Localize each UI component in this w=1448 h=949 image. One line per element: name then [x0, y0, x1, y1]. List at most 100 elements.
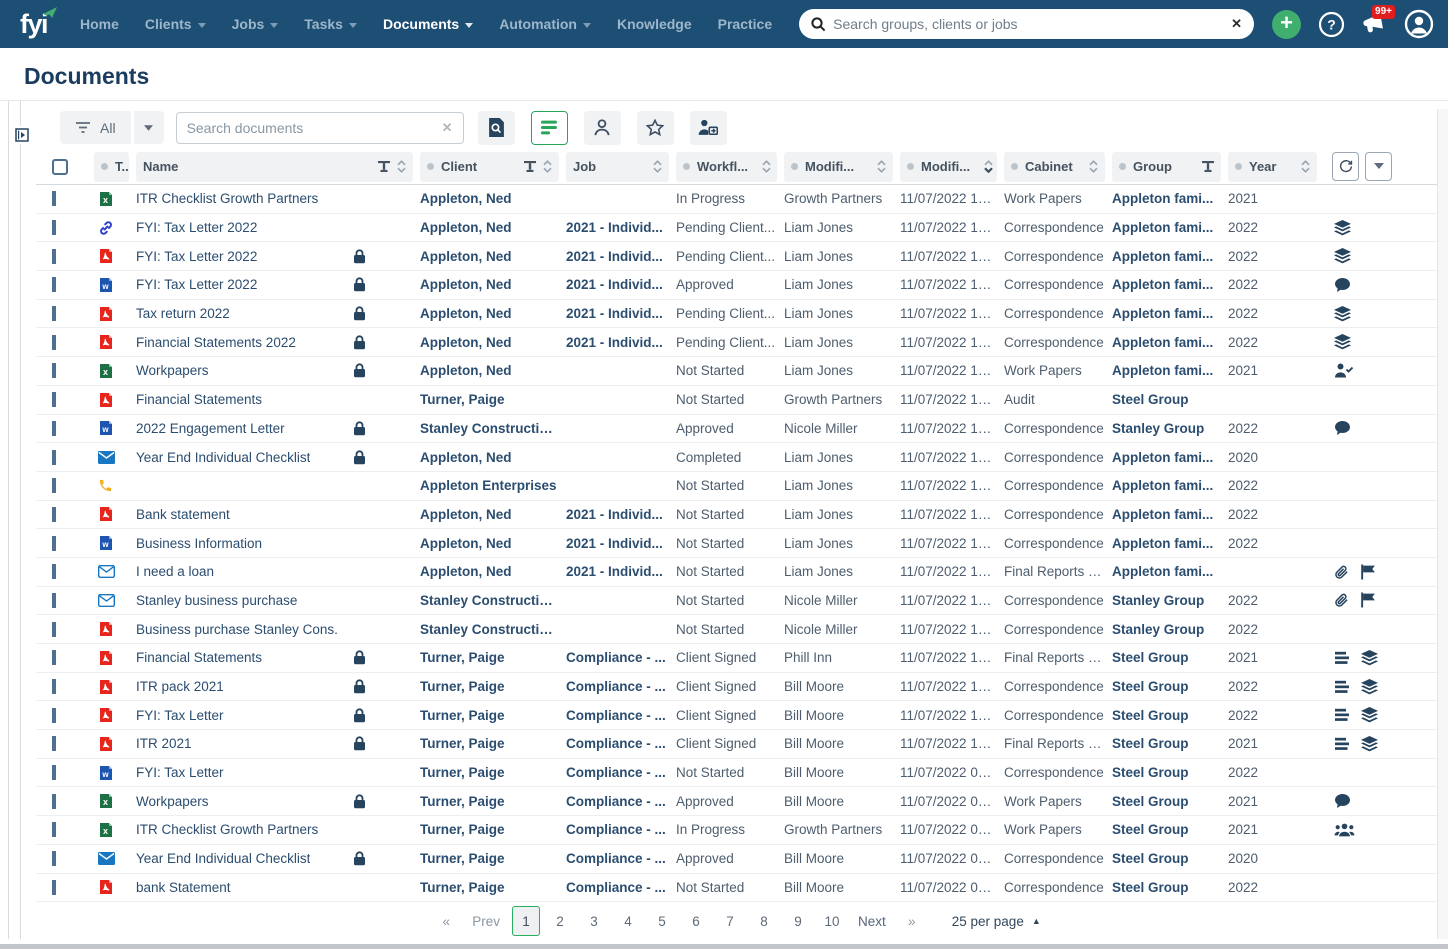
next-page-button[interactable]: Next — [852, 906, 892, 936]
people-icon[interactable] — [1334, 823, 1355, 837]
document-name[interactable]: Workpapers — [136, 794, 209, 809]
document-name[interactable]: Year End Individual Checklist — [136, 450, 310, 465]
document-name[interactable]: 2022 Engagement Letter — [136, 421, 285, 436]
table-row[interactable]: Stanley business purchase Stanley Constr… — [36, 587, 1437, 616]
row-checkbox[interactable] — [52, 306, 56, 322]
row-checkbox[interactable] — [52, 248, 56, 264]
document-name[interactable]: FYI: Tax Letter — [136, 765, 224, 780]
document-name[interactable]: FYI: Tax Letter 2022 — [136, 249, 257, 264]
row-checkbox[interactable] — [52, 793, 56, 809]
preview-document-button[interactable] — [477, 110, 515, 145]
table-row[interactable]: Business purchase Stanley Cons. Stanley … — [36, 615, 1437, 644]
document-name-cell[interactable]: bank Statement — [136, 880, 420, 895]
expand-panel-button[interactable] — [13, 126, 31, 144]
row-checkbox[interactable] — [52, 535, 56, 551]
row-checkbox[interactable] — [52, 851, 56, 867]
column-header-workfl[interactable]: Workfl... — [676, 151, 777, 182]
document-name-cell[interactable]: Stanley business purchase — [136, 593, 420, 608]
layers-icon[interactable] — [1361, 649, 1378, 666]
document-name[interactable]: Business purchase Stanley Cons. — [136, 622, 338, 637]
column-header-name[interactable]: Name — [136, 151, 413, 182]
document-name[interactable]: Business Information — [136, 536, 262, 551]
row-checkbox[interactable] — [52, 822, 56, 838]
table-row[interactable]: x ITR Checklist Growth Partners Appleton… — [36, 185, 1437, 214]
document-name-cell[interactable]: ITR Checklist Growth Partners — [136, 822, 420, 837]
sort-control[interactable] — [397, 160, 406, 173]
horizontal-scrollbar[interactable] — [0, 944, 1448, 949]
document-name-cell[interactable]: Tax return 2022 — [136, 306, 420, 321]
document-name-cell[interactable]: ITR pack 2021 — [136, 679, 420, 694]
table-row[interactable]: x ITR Checklist Growth Partners Turner, … — [36, 816, 1437, 845]
page-button-10[interactable]: 10 — [818, 906, 846, 936]
row-checkbox[interactable] — [52, 765, 56, 781]
table-row[interactable]: x Workpapers Appleton, Ned Not Started L… — [36, 357, 1437, 386]
layers-icon[interactable] — [1334, 334, 1351, 350]
favourites-button[interactable] — [636, 110, 674, 145]
table-row[interactable]: w FYI: Tax Letter Turner, Paige Complian… — [36, 759, 1437, 788]
lines-icon[interactable] — [1334, 737, 1350, 751]
row-checkbox[interactable] — [52, 650, 56, 666]
document-name[interactable]: I need a loan — [136, 564, 214, 579]
page-button-6[interactable]: 6 — [682, 906, 710, 936]
flag-icon[interactable] — [1360, 592, 1376, 608]
layers-icon[interactable] — [1334, 305, 1351, 322]
notifications-icon[interactable]: 99+ — [1362, 5, 1395, 36]
column-header-modifi[interactable]: Modifi... — [900, 151, 997, 182]
document-name-cell[interactable]: FYI: Tax Letter 2022 — [136, 220, 420, 235]
document-name-cell[interactable]: Business Information — [136, 536, 420, 551]
document-name[interactable]: bank Statement — [136, 880, 231, 895]
document-name[interactable]: FYI: Tax Letter — [136, 708, 224, 723]
share-assign-button[interactable] — [689, 110, 727, 145]
sort-control[interactable] — [543, 160, 552, 173]
document-name[interactable]: FYI: Tax Letter 2022 — [136, 220, 257, 235]
comment-icon[interactable] — [1334, 420, 1351, 436]
page-button-4[interactable]: 4 — [614, 906, 642, 936]
document-name-cell[interactable]: Business purchase Stanley Cons. — [136, 622, 420, 637]
document-name[interactable]: ITR Checklist Growth Partners — [136, 822, 318, 837]
document-name-cell[interactable]: I need a loan — [136, 564, 420, 579]
comment-icon[interactable] — [1334, 277, 1351, 293]
nav-item-automation[interactable]: Automation — [486, 0, 604, 48]
first-page-button[interactable]: « — [432, 906, 460, 936]
filter-all-button[interactable]: All — [60, 111, 131, 144]
column-header-t[interactable]: T... — [94, 151, 129, 182]
table-row[interactable]: Year End Individual Checklist Appleton, … — [36, 443, 1437, 472]
lines-icon[interactable] — [1334, 708, 1350, 722]
layers-icon[interactable] — [1334, 219, 1351, 236]
filter-dropdown-button[interactable] — [133, 111, 164, 144]
document-name-cell[interactable]: Financial Statements — [136, 392, 420, 407]
table-row[interactable]: Bank statement Appleton, Ned 2021 - Indi… — [36, 501, 1437, 530]
document-name-cell[interactable]: Bank statement — [136, 507, 420, 522]
document-name-cell[interactable]: FYI: Tax Letter — [136, 708, 420, 723]
document-name[interactable]: Year End Individual Checklist — [136, 851, 310, 866]
document-name-cell[interactable]: FYI: Tax Letter 2022 — [136, 249, 420, 264]
documents-search-input[interactable] — [186, 119, 442, 136]
document-name-cell[interactable]: FYI: Tax Letter — [136, 765, 420, 780]
page-button-8[interactable]: 8 — [750, 906, 778, 936]
lines-icon[interactable] — [1334, 680, 1350, 694]
table-row[interactable]: Financial Statements Turner, Paige Compl… — [36, 644, 1437, 673]
document-name[interactable]: ITR Checklist Growth Partners — [136, 191, 318, 206]
table-row[interactable]: Year End Individual Checklist Turner, Pa… — [36, 845, 1437, 874]
table-row[interactable]: FYI: Tax Letter 2022 Appleton, Ned 2021 … — [36, 242, 1437, 272]
row-checkbox[interactable] — [52, 334, 56, 350]
row-checkbox[interactable] — [52, 707, 56, 723]
document-name-cell[interactable]: Workpapers — [136, 363, 420, 378]
client-view-button[interactable] — [583, 110, 621, 145]
table-row[interactable]: Financial Statements 2022 Appleton, Ned … — [36, 328, 1437, 358]
document-name[interactable]: Stanley business purchase — [136, 593, 297, 608]
document-name-cell[interactable]: FYI: Tax Letter 2022 — [136, 277, 420, 292]
table-row[interactable]: w Business Information Appleton, Ned 202… — [36, 529, 1437, 558]
column-header-group[interactable]: Group — [1112, 151, 1221, 182]
table-row[interactable]: ITR pack 2021 Turner, Paige Compliance -… — [36, 673, 1437, 702]
prev-page-button[interactable]: Prev — [466, 906, 506, 936]
column-header-client[interactable]: Client — [420, 151, 559, 182]
column-header-year[interactable]: Year — [1228, 151, 1317, 182]
document-name-cell[interactable]: Year End Individual Checklist — [136, 851, 420, 866]
sort-control[interactable] — [1301, 160, 1310, 173]
sort-control[interactable] — [762, 160, 771, 173]
row-checkbox[interactable] — [52, 621, 56, 637]
nav-item-knowledge[interactable]: Knowledge — [604, 0, 705, 48]
vertical-scrollbar[interactable] — [1437, 109, 1448, 939]
row-checkbox[interactable] — [52, 679, 56, 695]
